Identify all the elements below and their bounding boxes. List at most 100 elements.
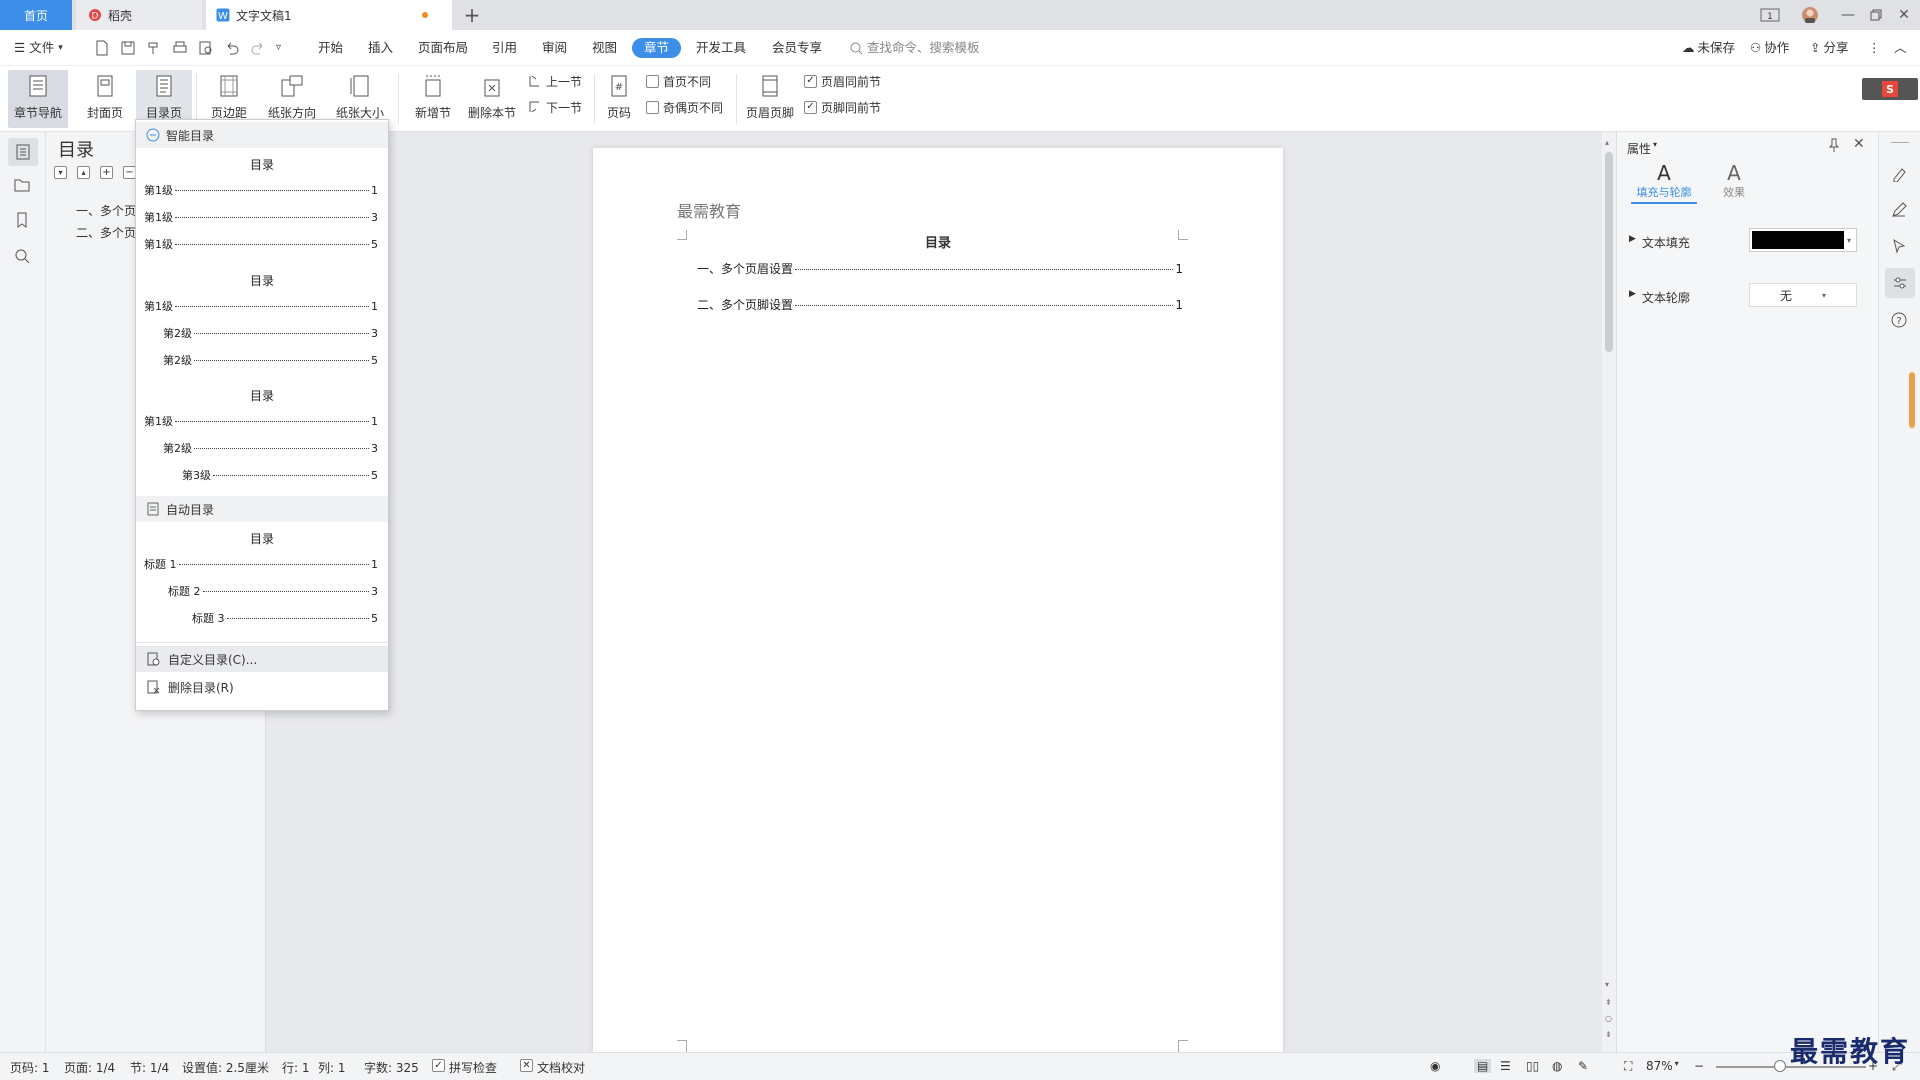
new-doc-icon[interactable]: [94, 40, 110, 56]
prev-page-icon[interactable]: ⇞: [1605, 998, 1612, 1007]
pin-icon[interactable]: [1827, 138, 1841, 152]
help-icon[interactable]: ?: [1891, 312, 1907, 328]
text-outline-section[interactable]: ▶ 文本轮廓: [1629, 289, 1690, 306]
toc-nav-icon[interactable]: [8, 138, 38, 166]
tab-effect[interactable]: A 效果: [1711, 162, 1757, 204]
proofread-button[interactable]: ✕ 文档校对: [520, 1059, 585, 1076]
vertical-scrollbar[interactable]: ▴ ▾ ⇞ ○ ⇟: [1602, 132, 1616, 1052]
spell-check-button[interactable]: ✓ 拼写检查: [432, 1059, 497, 1076]
collab-button[interactable]: ⚇ 协作: [1746, 38, 1793, 58]
header-same-checkbox[interactable]: ✓ 页眉同前节: [804, 70, 881, 92]
status-row[interactable]: 行: 1: [282, 1059, 310, 1076]
custom-toc-item[interactable]: 自定义目录(C)...: [136, 646, 388, 672]
properties-title[interactable]: 属性 ▾: [1627, 140, 1657, 157]
input-method-icon[interactable]: S: [1862, 78, 1918, 100]
share-button[interactable]: ⇪ 分享: [1806, 38, 1853, 58]
unsaved-button[interactable]: ☁ 未保存: [1678, 38, 1739, 58]
redo-icon[interactable]: [250, 40, 266, 56]
eye-protection-icon[interactable]: ◉: [1430, 1059, 1440, 1073]
scrollbar-thumb[interactable]: [1605, 152, 1613, 352]
tab-daoke[interactable]: D 稻壳: [76, 0, 202, 30]
zoom-select[interactable]: 87% ▾: [1646, 1059, 1679, 1073]
cover-page-button[interactable]: 封面页: [78, 70, 132, 128]
menu-chapter[interactable]: 章节: [632, 38, 682, 58]
status-page-number[interactable]: 页码: 1: [10, 1059, 50, 1076]
save-icon[interactable]: [120, 40, 136, 56]
select-browse-icon[interactable]: ○: [1605, 1014, 1612, 1023]
tab-fill-outline[interactable]: A 填充与轮廓: [1631, 162, 1697, 204]
page-view-button[interactable]: 1: [1756, 0, 1784, 30]
delete-section-button[interactable]: 删除本节: [466, 70, 518, 128]
close-icon[interactable]: ✕: [1890, 0, 1918, 30]
select-icon[interactable]: [1891, 238, 1907, 254]
menu-start[interactable]: 开始: [314, 38, 347, 58]
tab-document[interactable]: W 文字文稿1: [206, 0, 452, 30]
zoom-out-icon[interactable]: −: [1694, 1059, 1704, 1073]
zoom-slider-knob[interactable]: [1774, 1060, 1787, 1072]
menu-page-layout[interactable]: 页面布局: [414, 38, 472, 58]
customize-toolbar-icon[interactable]: ▿: [276, 40, 281, 56]
toc-style-option-auto[interactable]: 目录 标题 1 1 标题 2 3 标题 3 5: [136, 524, 388, 625]
add-heading-icon[interactable]: +: [100, 166, 113, 179]
write-mode-icon[interactable]: ✎: [1578, 1059, 1588, 1073]
menu-insert[interactable]: 插入: [364, 38, 397, 58]
print-icon[interactable]: [172, 40, 188, 56]
menu-member[interactable]: 会员专享: [768, 38, 826, 58]
format-painter-icon[interactable]: [146, 40, 162, 56]
edit-icon[interactable]: [1891, 202, 1907, 218]
toc-style-option-1[interactable]: 目录 第1级 1 第1级 3 第1级 5: [136, 150, 388, 251]
toc-style-option-3[interactable]: 目录 第1级 1 第2级 3 第3级 5: [136, 381, 388, 482]
reading-view-icon[interactable]: ▯▯: [1526, 1059, 1539, 1073]
more-icon[interactable]: ⋮: [1864, 38, 1885, 58]
side-slider-handle[interactable]: [1909, 372, 1915, 428]
text-outline-select[interactable]: 无 ▾: [1749, 283, 1857, 307]
command-search[interactable]: 查找命令、搜索模板: [846, 38, 984, 58]
nav-item[interactable]: 一、多个页: [76, 202, 136, 219]
menu-review[interactable]: 审阅: [538, 38, 571, 58]
print-preview-icon[interactable]: [198, 40, 214, 56]
user-avatar[interactable]: [1796, 0, 1824, 30]
scroll-down-icon[interactable]: ▾: [1605, 980, 1609, 989]
page-number-button[interactable]: # 页码: [600, 70, 638, 128]
outline-view-icon[interactable]: ☰: [1500, 1059, 1511, 1073]
document-page[interactable]: 最需教育 目录 一、多个页眉设置 1 二、多个页脚设置 1: [593, 148, 1283, 1052]
header-footer-button[interactable]: 页眉页脚: [742, 70, 798, 128]
nav-item[interactable]: 二、多个页: [76, 224, 136, 241]
toc-entry[interactable]: 二、多个页脚设置 1: [697, 296, 1183, 313]
status-pages[interactable]: 页面: 1/4: [64, 1059, 115, 1076]
close-panel-icon[interactable]: ✕: [1853, 136, 1865, 152]
status-section[interactable]: 节: 1/4: [130, 1059, 169, 1076]
text-fill-color-picker[interactable]: ▾: [1749, 228, 1857, 252]
expand-all-icon[interactable]: ▴: [77, 166, 90, 179]
chapter-icon[interactable]: [14, 176, 30, 192]
delete-toc-item[interactable]: 删除目录(R): [136, 674, 388, 700]
new-section-button[interactable]: 新增节: [408, 70, 458, 128]
menu-developer[interactable]: 开发工具: [692, 38, 750, 58]
page-view-icon[interactable]: ▤: [1474, 1059, 1492, 1073]
menu-references[interactable]: 引用: [488, 38, 521, 58]
next-page-icon[interactable]: ⇟: [1605, 1030, 1612, 1039]
status-setting[interactable]: 设置值: 2.5厘米: [182, 1059, 269, 1076]
restore-icon[interactable]: [1862, 0, 1890, 30]
header-text[interactable]: 最需教育: [677, 198, 741, 222]
toc-entry[interactable]: 一、多个页眉设置 1: [697, 260, 1183, 277]
status-column[interactable]: 列: 1: [318, 1059, 346, 1076]
menu-view[interactable]: 视图: [588, 38, 621, 58]
odd-even-diff-checkbox[interactable]: 奇偶页不同: [646, 96, 723, 118]
footer-same-checkbox[interactable]: ✓ 页脚同前节: [804, 96, 881, 118]
toc-style-option-2[interactable]: 目录 第1级 1 第2级 3 第2级 5: [136, 266, 388, 367]
minimize-icon[interactable]: —: [1834, 0, 1862, 30]
collapse-all-icon[interactable]: ▾: [54, 166, 67, 179]
fit-page-icon[interactable]: ⛶: [1624, 1059, 1632, 1074]
collapse-ribbon-icon[interactable]: ︿: [1890, 38, 1911, 58]
toc-title[interactable]: 目录: [593, 232, 1283, 251]
find-icon[interactable]: [14, 248, 30, 264]
scroll-up-icon[interactable]: ▴: [1605, 138, 1609, 147]
properties-toggle-icon[interactable]: [1885, 268, 1915, 298]
text-fill-section[interactable]: ▶ 文本填充: [1629, 234, 1690, 251]
web-view-icon[interactable]: ◍: [1552, 1059, 1562, 1073]
file-menu[interactable]: ☰ 文件 ▾: [10, 38, 67, 58]
prev-section-button[interactable]: 上一节: [526, 70, 582, 92]
undo-icon[interactable]: [224, 40, 240, 56]
tab-home[interactable]: 首页: [0, 0, 72, 30]
